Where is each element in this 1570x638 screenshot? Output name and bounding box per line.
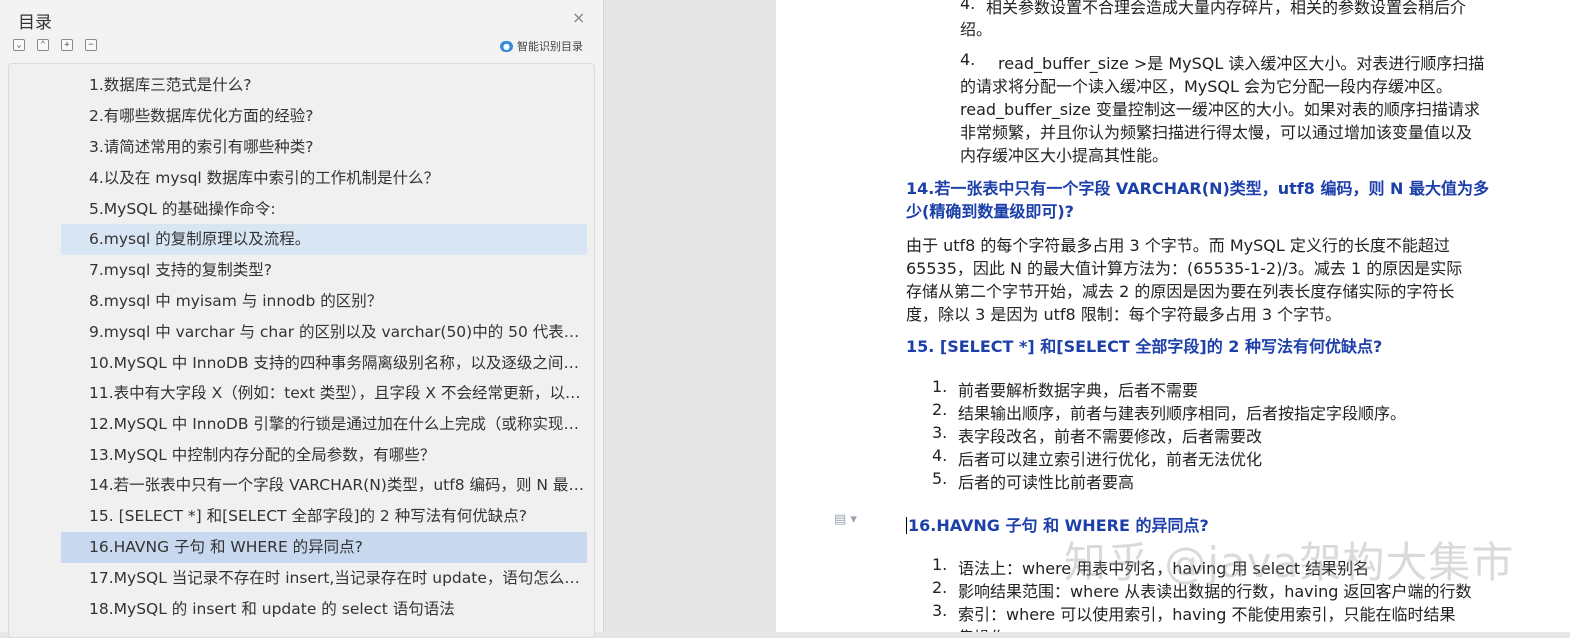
list-number: 1. bbox=[932, 377, 948, 396]
close-icon[interactable]: × bbox=[572, 8, 585, 27]
list-number: 4. bbox=[960, 0, 976, 13]
toc-list: 1.数据库三范式是什么? 2.有哪些数据库优化方面的经验? 3.请简述常用的索引… bbox=[8, 63, 595, 638]
paragraph-line: 65535，因此 N 的最大值计算方法为：(65535-1-2)/3。减去 1 … bbox=[906, 259, 1463, 278]
toc-item[interactable]: 5.MySQL 的基础操作命令: bbox=[61, 194, 587, 225]
collapse-all-icon[interactable]: ⌄ bbox=[13, 39, 25, 51]
list-number: 4. bbox=[932, 446, 948, 465]
watermark: 知乎 @java架构大集市 bbox=[1064, 538, 1515, 587]
paragraph-line: 非常频繁，并且你认为频繁扫描进行得太慢，可以通过增加该变量值以及 bbox=[960, 123, 1473, 142]
list-number: 4. bbox=[960, 50, 976, 69]
list-item: 结果输出顺序，前者与建表列顺序相同，后者按指定字段顺序。 bbox=[958, 404, 1407, 423]
list-item: 后者可以建立索引进行优化，前者无法优化 bbox=[958, 450, 1263, 469]
toc-item[interactable]: 17.MySQL 当记录不存在时 insert,当记录存在时 update，语句… bbox=[61, 563, 587, 594]
toc-item[interactable]: 8.mysql 中 myisam 与 innodb 的区别？ bbox=[61, 286, 587, 317]
list-number: 2. bbox=[932, 400, 948, 419]
toc-item[interactable]: 1.数据库三范式是什么? bbox=[61, 70, 587, 101]
toc-item[interactable]: 11.表中有大字段 X（例如：text 类型），且字段 X 不会经常更新，以读为… bbox=[61, 378, 587, 409]
document-page[interactable]: 4. 相关参数设置不合理会造成大量内存碎片，相关的参数设置会稍后介 绍。 4. … bbox=[776, 0, 1570, 632]
list-number: 1. bbox=[932, 555, 948, 574]
section-heading: 14.若一张表中只有一个字段 VARCHAR(N)类型，utf8 编码，则 N … bbox=[906, 179, 1490, 198]
paragraph-line: 内存缓冲区大小提高其性能。 bbox=[960, 146, 1169, 165]
list-number: 3. bbox=[932, 423, 948, 442]
paragraph-line: read_buffer_size >是 MySQL 读入缓冲区大小。对表进行顺序… bbox=[998, 54, 1485, 73]
toc-item[interactable]: 7.mysql 支持的复制类型? bbox=[61, 255, 587, 286]
add-item-icon[interactable]: + bbox=[61, 39, 73, 51]
list-number: 3. bbox=[932, 601, 948, 620]
smart-recognize-label: 智能识别目录 bbox=[517, 40, 583, 53]
remove-item-icon[interactable]: − bbox=[85, 39, 97, 51]
toc-item[interactable]: 12.MySQL 中 InnoDB 引擎的行锁是通过加在什么上完成（或称实现）的 bbox=[61, 409, 587, 440]
list-item: 索引：where 可以使用索引，having 不能使用索引，只能在临时结果 bbox=[958, 605, 1456, 624]
paragraph-line: 存储从第二个字节开始，减去 2 的原因是因为要在列表长度存储实际的字符长 bbox=[906, 282, 1455, 301]
paragraph-line: 的请求将分配一个读入缓冲区，MySQL 会为它分配一段内存缓冲区。 bbox=[960, 77, 1453, 96]
list-item: 前者要解析数据字典，后者不需要 bbox=[958, 381, 1199, 400]
list-number: 5. bbox=[932, 469, 948, 488]
paragraph-line: read_buffer_size 变量控制这一缓冲区的大小。如果对表的顺序扫描请… bbox=[960, 100, 1480, 119]
list-item: 表字段改名，前者不需要修改，后者需要改 bbox=[958, 427, 1263, 446]
paragraph-line: 度，除以 3 是因为 utf8 限制：每个字符最多占用 3 个字节。 bbox=[906, 305, 1342, 324]
toc-item[interactable]: 3.请简述常用的索引有哪些种类? bbox=[61, 132, 587, 163]
expand-all-icon[interactable]: ⌃ bbox=[37, 39, 49, 51]
toc-item[interactable]: 13.MySQL 中控制内存分配的全局参数，有哪些？ bbox=[61, 440, 587, 471]
cloud-icon: ● bbox=[500, 40, 513, 52]
text-cursor bbox=[906, 517, 907, 534]
toc-item[interactable]: 4.以及在 mysql 数据库中索引的工作机制是什么？ bbox=[61, 163, 587, 194]
document-canvas-background bbox=[604, 0, 776, 632]
toc-item[interactable]: 9.mysql 中 varchar 与 char 的区别以及 varchar(5… bbox=[61, 317, 587, 348]
toc-panel: 目录 × ⌄ ⌃ + − ● 智能识别目录 1.数据库三范式是什么? 2.有哪些… bbox=[0, 0, 604, 638]
list-number: 2. bbox=[932, 578, 948, 597]
toc-item[interactable]: 2.有哪些数据库优化方面的经验? bbox=[61, 101, 587, 132]
list-item: 后者的可读性比前者要高 bbox=[958, 473, 1135, 492]
toc-toolbar: ⌄ ⌃ + − bbox=[13, 39, 97, 51]
toc-item-hovered[interactable]: 6.mysql 的复制原理以及流程。 bbox=[61, 224, 587, 255]
paragraph-menu-icon[interactable]: ▤ ▾ bbox=[834, 512, 857, 527]
paragraph-line: 由于 utf8 的每个字符最多占用 3 个字节。而 MySQL 定义行的长度不能… bbox=[906, 236, 1450, 255]
smart-recognize-button[interactable]: ● 智能识别目录 bbox=[500, 38, 583, 54]
toc-item[interactable]: 14.若一张表中只有一个字段 VARCHAR(N)类型，utf8 编码，则 N … bbox=[61, 470, 587, 501]
toc-item[interactable]: 10.MySQL 中 InnoDB 支持的四种事务隔离级别名称，以及逐级之间的区… bbox=[61, 348, 587, 379]
toc-title: 目录 bbox=[18, 13, 52, 33]
paragraph-line: 相关参数设置不合理会造成大量内存碎片，相关的参数设置会稍后介 bbox=[986, 0, 1467, 17]
toc-item[interactable]: 18.MySQL 的 insert 和 update 的 select 语句语法 bbox=[61, 594, 587, 625]
toc-item[interactable]: 15. [SELECT *] 和[SELECT 全部字段]的 2 种写法有何优缺… bbox=[61, 501, 587, 532]
toc-item-selected[interactable]: 16.HAVNG 子句 和 WHERE 的异同点? bbox=[61, 532, 587, 563]
section-heading: 少(精确到数量级即可)? bbox=[906, 202, 1074, 221]
paragraph-line: 绍。 bbox=[960, 20, 993, 39]
section-heading: 15. [SELECT *] 和[SELECT 全部字段]的 2 种写法有何优缺… bbox=[906, 337, 1383, 356]
list-item: 集操作 bbox=[958, 624, 1006, 632]
